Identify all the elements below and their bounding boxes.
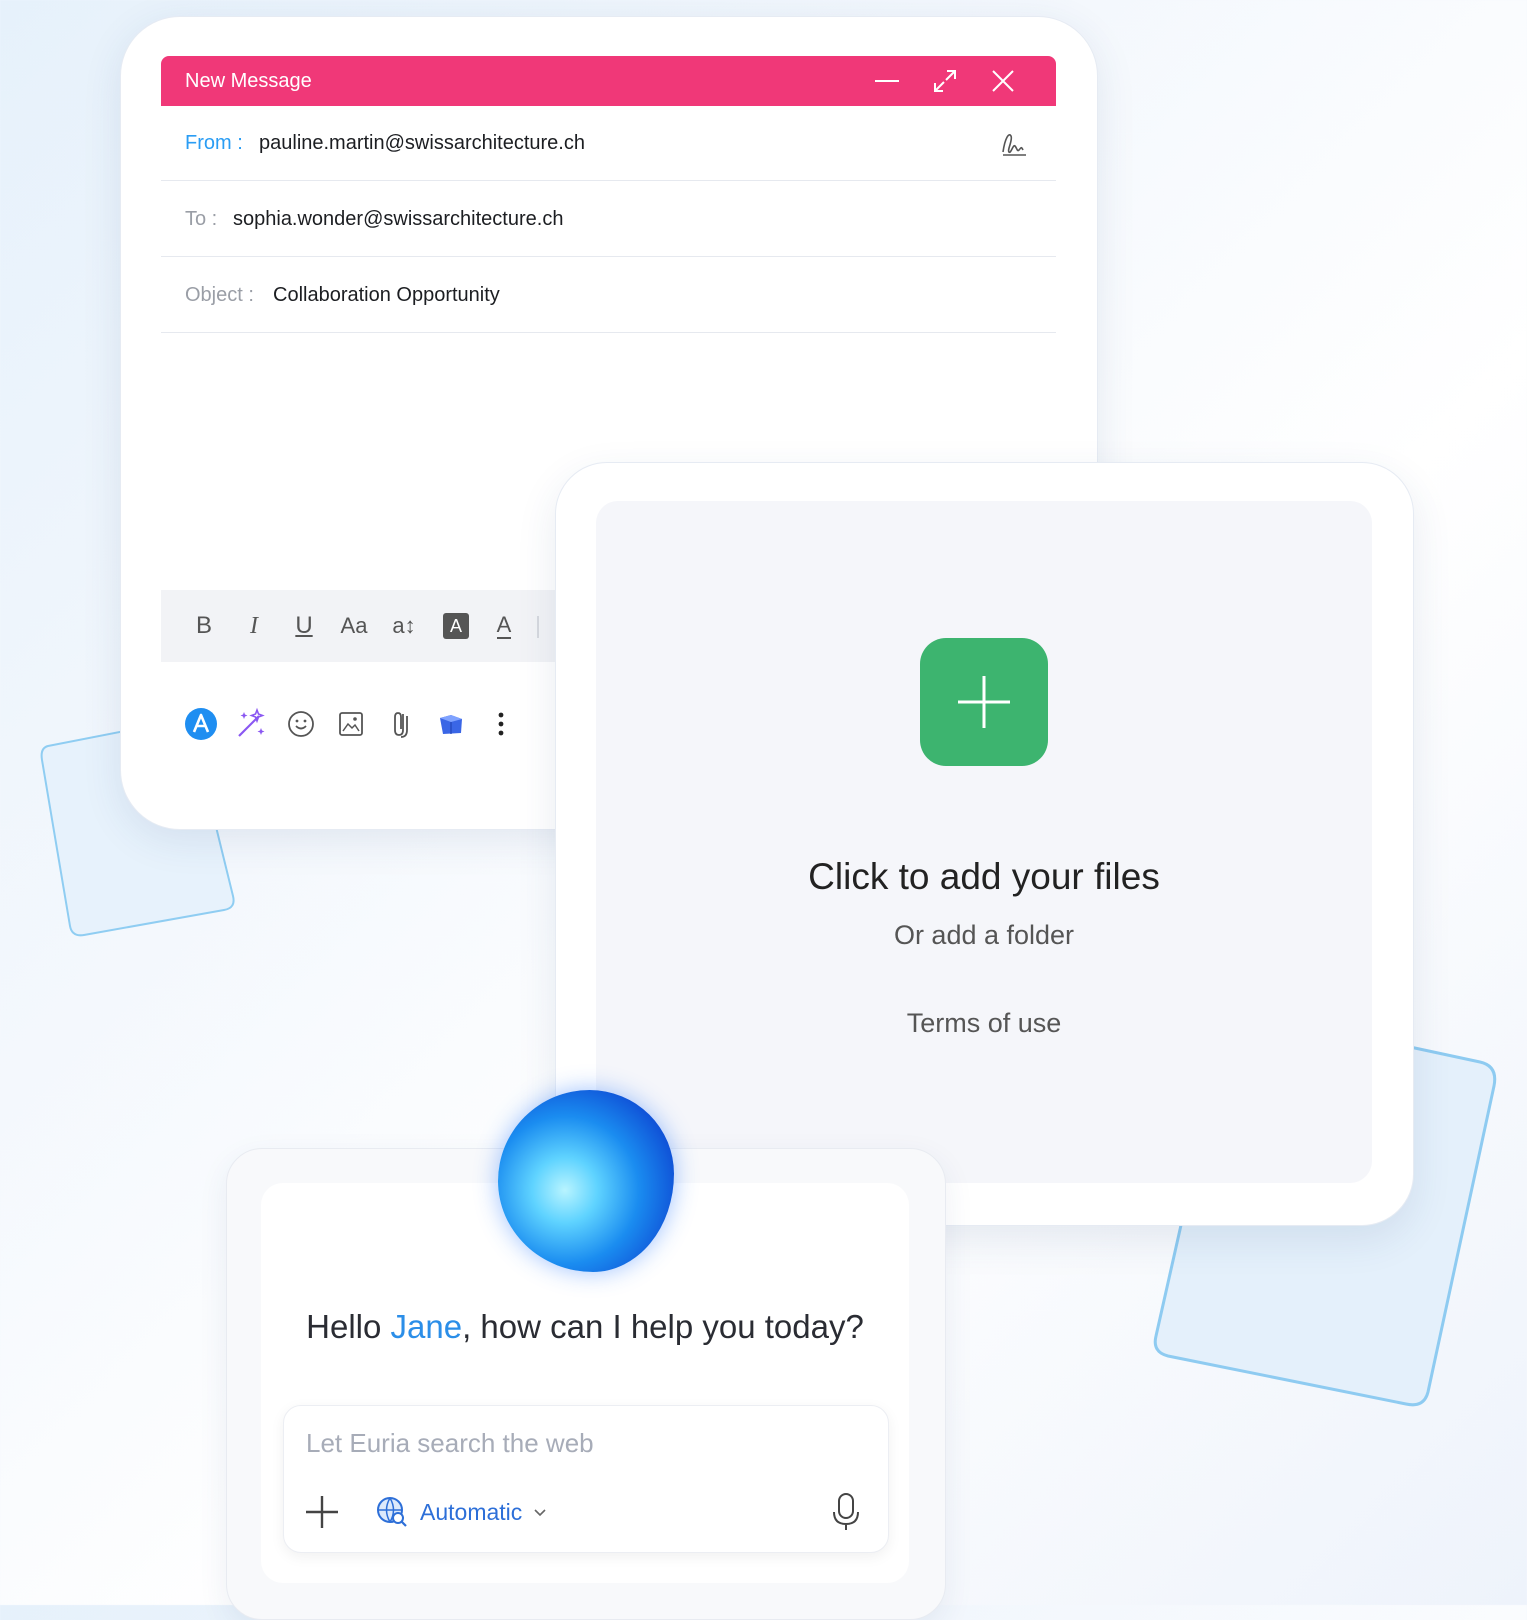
from-field: From : pauline.martin@swissarchitecture.… bbox=[161, 106, 1056, 181]
plus-icon bbox=[958, 676, 1010, 728]
highlight-letter: A bbox=[443, 613, 469, 639]
to-value[interactable]: sophia.wonder@swissarchitecture.ch bbox=[233, 208, 563, 231]
add-files-button[interactable] bbox=[920, 638, 1048, 766]
greeting-prefix: Hello bbox=[306, 1308, 391, 1345]
from-value[interactable]: pauline.martin@swissarchitecture.ch bbox=[259, 132, 585, 155]
to-label: To : bbox=[185, 208, 218, 230]
expand-icon[interactable] bbox=[929, 65, 961, 97]
dropzone-title[interactable]: Click to add your files bbox=[596, 856, 1372, 898]
microphone-icon[interactable] bbox=[826, 1490, 866, 1534]
object-value[interactable]: Collaboration Opportunity bbox=[273, 284, 500, 307]
minimize-icon[interactable] bbox=[871, 65, 903, 97]
chevron-down-icon bbox=[534, 1509, 546, 1517]
italic-button[interactable]: I bbox=[235, 608, 273, 644]
compose-header: New Message bbox=[161, 56, 1056, 106]
dropzone-area[interactable] bbox=[596, 501, 1372, 1183]
format-toolbar: B I U Aa a↕ A A bbox=[161, 590, 561, 662]
assistant-greeting: Hello Jane, how can I help you today? bbox=[261, 1308, 909, 1346]
from-label: From : bbox=[185, 132, 243, 154]
add-icon[interactable] bbox=[302, 1492, 342, 1532]
close-icon[interactable] bbox=[987, 65, 1019, 97]
font-button[interactable]: Aa bbox=[335, 608, 373, 644]
add-folder-link[interactable]: Or add a folder bbox=[596, 920, 1372, 951]
object-field: Object : Collaboration Opportunity bbox=[161, 258, 1056, 333]
search-mode-selector[interactable]: Automatic bbox=[374, 1492, 548, 1532]
kdrive-icon[interactable] bbox=[433, 706, 469, 742]
ai-assistant-icon[interactable] bbox=[183, 706, 219, 742]
assistant-input-box[interactable]: Let Euria search the web Automatic bbox=[283, 1405, 889, 1553]
font-size-button[interactable]: a↕ bbox=[385, 608, 423, 644]
text-color-letter: A bbox=[496, 612, 512, 639]
terms-of-use-link[interactable]: Terms of use bbox=[596, 1008, 1372, 1039]
user-name: Jane bbox=[390, 1308, 463, 1345]
more-options-icon[interactable] bbox=[483, 706, 519, 742]
compose-title: New Message bbox=[185, 70, 312, 92]
assistant-input-placeholder[interactable]: Let Euria search the web bbox=[306, 1428, 594, 1459]
greeting-suffix: , how can I help you today? bbox=[462, 1308, 864, 1345]
highlight-button[interactable]: A bbox=[437, 608, 475, 644]
emoji-icon[interactable] bbox=[283, 706, 319, 742]
signature-icon[interactable] bbox=[999, 128, 1029, 158]
underline-button[interactable]: U bbox=[285, 608, 323, 644]
attachment-icon[interactable] bbox=[383, 706, 419, 742]
globe-search-icon bbox=[377, 1497, 407, 1527]
text-color-button[interactable]: A bbox=[485, 608, 523, 644]
to-field: To : sophia.wonder@swissarchitecture.ch bbox=[161, 182, 1056, 257]
toolbar-divider bbox=[537, 616, 539, 638]
search-mode-label: Automatic bbox=[420, 1498, 523, 1525]
bold-button[interactable]: B bbox=[185, 608, 223, 644]
object-label: Object : bbox=[185, 284, 254, 306]
magic-wand-icon[interactable] bbox=[233, 706, 269, 742]
assistant-orb-icon bbox=[498, 1090, 674, 1272]
image-icon[interactable] bbox=[333, 706, 369, 742]
